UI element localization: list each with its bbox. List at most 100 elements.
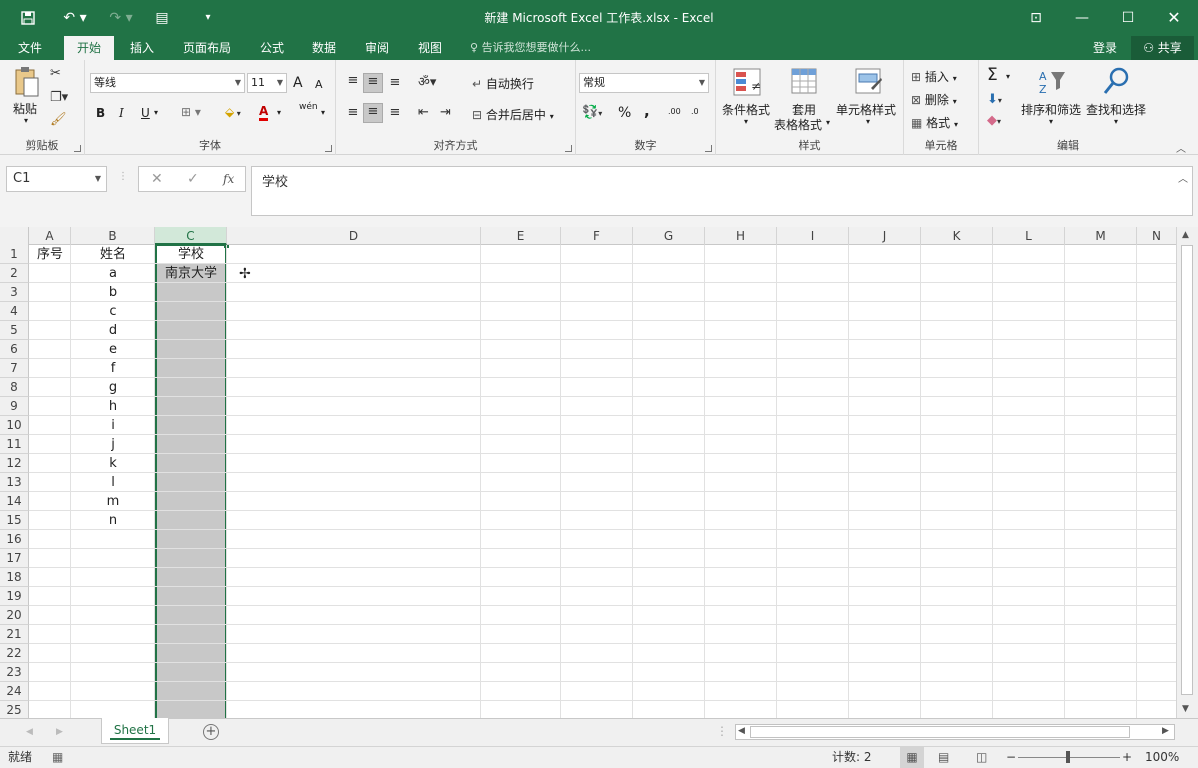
row-header-25[interactable]: 25 (0, 701, 29, 718)
page-layout-view-icon[interactable]: ▤ (938, 747, 949, 768)
format-cells-button[interactable]: ▦ 格式 ▾ (911, 114, 958, 131)
row-header-15[interactable]: 15 (0, 511, 29, 530)
row-header-1[interactable]: 1 (0, 245, 29, 264)
row-header-9[interactable]: 9 (0, 397, 29, 416)
cancel-icon[interactable]: ✕ (151, 167, 163, 191)
row-header-11[interactable]: 11 (0, 435, 29, 454)
minimize-icon[interactable]: — (1059, 0, 1105, 36)
cell-b4[interactable]: c (71, 302, 155, 321)
tab-home[interactable]: 开始 (64, 36, 114, 60)
column-header-l[interactable]: L (993, 227, 1065, 245)
sort-filter-button[interactable]: 排序和筛选 (1021, 101, 1081, 118)
tab-split-grip-icon[interactable]: ⋮ (716, 724, 728, 738)
orientation-icon[interactable]: ॐ▾ (418, 72, 436, 90)
scroll-down-icon[interactable]: ▼ (1182, 704, 1189, 714)
page-break-view-icon[interactable]: ◫ (976, 747, 987, 768)
cell-a1[interactable]: 序号 (29, 245, 71, 264)
format-as-table-icon[interactable] (788, 68, 822, 100)
align-top-icon[interactable]: ≡ (344, 73, 362, 88)
column-header-k[interactable]: K (921, 227, 993, 245)
row-header-4[interactable]: 4 (0, 302, 29, 321)
paste-dropdown-icon[interactable]: ▾ (24, 116, 28, 125)
conditional-format-button[interactable]: 条件格式 (722, 101, 770, 118)
accounting-format-icon[interactable]: 💱▾ (582, 105, 602, 120)
row-header-13[interactable]: 13 (0, 473, 29, 492)
vertical-scroll-thumb[interactable] (1181, 245, 1193, 695)
insert-cells-button[interactable]: ⊞ 插入 ▾ (911, 68, 957, 85)
number-launcher-icon[interactable] (705, 145, 712, 152)
chevron-down-icon[interactable]: ▾ (1006, 72, 1010, 81)
tab-formulas[interactable]: 公式 (250, 36, 294, 60)
scroll-up-icon[interactable]: ▲ (1182, 230, 1189, 240)
undo-icon[interactable]: ↶ ▾ (58, 0, 92, 36)
grow-font-button[interactable]: A (293, 75, 303, 91)
conditional-format-icon[interactable]: ≠ (730, 68, 764, 100)
cell-b1[interactable]: 姓名 (71, 245, 155, 264)
tell-me-box[interactable]: ♀ 告诉我您想要做什么... (470, 36, 591, 60)
cell-b9[interactable]: h (71, 397, 155, 416)
underline-dropdown-icon[interactable]: ▾ (154, 108, 158, 117)
chevron-down-icon[interactable]: ▾ (744, 117, 748, 126)
bold-button[interactable]: B (96, 106, 105, 120)
row-header-7[interactable]: 7 (0, 359, 29, 378)
row-header-16[interactable]: 16 (0, 530, 29, 549)
cell-b13[interactable]: l (71, 473, 155, 492)
chevron-down-icon[interactable]: ▾ (1114, 117, 1118, 126)
row-header-5[interactable]: 5 (0, 321, 29, 340)
maximize-icon[interactable]: ☐ (1105, 0, 1151, 36)
tab-page-layout[interactable]: 页面布局 (172, 36, 242, 60)
row-header-23[interactable]: 23 (0, 663, 29, 682)
shrink-font-button[interactable]: A (315, 78, 323, 91)
row-header-19[interactable]: 19 (0, 587, 29, 606)
align-bottom-icon[interactable]: ≡ (386, 75, 404, 90)
cell-b2[interactable]: a (71, 264, 155, 283)
row-header-18[interactable]: 18 (0, 568, 29, 587)
tab-data[interactable]: 数据 (302, 36, 346, 60)
cut-icon[interactable]: ✂ (50, 66, 61, 81)
italic-button[interactable]: I (119, 106, 124, 120)
horizontal-scroll-thumb[interactable] (750, 726, 1130, 738)
sort-filter-icon[interactable]: AZ (1035, 68, 1069, 100)
tab-insert[interactable]: 插入 (120, 36, 164, 60)
share-button[interactable]: ⚇ 共享 (1131, 36, 1194, 60)
row-header-17[interactable]: 17 (0, 549, 29, 568)
cell-b10[interactable]: i (71, 416, 155, 435)
cell-b15[interactable]: n (71, 511, 155, 530)
column-header-f[interactable]: F (561, 227, 633, 245)
customize-qat-icon[interactable]: ▾ (198, 0, 218, 36)
cell-b14[interactable]: m (71, 492, 155, 511)
increase-decimal-button[interactable]: .00 (668, 107, 681, 116)
align-middle-icon[interactable]: ≡ (363, 73, 383, 93)
form-icon[interactable]: ▤ (150, 0, 174, 36)
cell-c2[interactable]: 南京大学 (155, 264, 227, 283)
row-header-20[interactable]: 20 (0, 606, 29, 625)
insert-function-button[interactable]: fx (223, 167, 234, 191)
comma-button[interactable]: , (644, 102, 650, 120)
macro-record-icon[interactable]: ▦ (52, 747, 63, 768)
next-sheet-icon[interactable]: ▶ (56, 727, 63, 737)
save-icon[interactable] (16, 0, 40, 36)
font-color-dropdown-icon[interactable]: ▾ (277, 108, 281, 117)
collapse-formula-bar-icon[interactable]: ︿ (1178, 170, 1188, 185)
column-header-m[interactable]: M (1065, 227, 1137, 245)
underline-button[interactable]: U (141, 106, 150, 120)
cell-b3[interactable]: b (71, 283, 155, 302)
delete-cells-button[interactable]: ⊠ 删除 ▾ (911, 91, 957, 108)
column-header-a[interactable]: A (29, 227, 71, 245)
vertical-scrollbar[interactable]: ▲ ▼ (1176, 227, 1198, 718)
cell-b6[interactable]: e (71, 340, 155, 359)
cells-area[interactable]: 序号 姓名 学校 南京大学 a b c d e f g h i j k l m n ✢ (29, 245, 1176, 718)
column-header-n[interactable]: N (1137, 227, 1177, 245)
align-right-icon[interactable]: ≡ (386, 105, 404, 120)
select-all-corner[interactable] (0, 227, 29, 245)
font-name-combo[interactable]: 等线 ▼ (90, 73, 245, 93)
column-header-j[interactable]: J (849, 227, 921, 245)
decrease-indent-icon[interactable]: ⇤ (418, 105, 429, 120)
tab-view[interactable]: 视图 (408, 36, 452, 60)
cell-b5[interactable]: d (71, 321, 155, 340)
cell-styles-icon[interactable] (852, 68, 886, 100)
zoom-in-icon[interactable]: + (1122, 747, 1132, 768)
percent-button[interactable]: % (618, 105, 631, 121)
row-header-8[interactable]: 8 (0, 378, 29, 397)
chevron-down-icon[interactable]: ▾ (866, 117, 870, 126)
